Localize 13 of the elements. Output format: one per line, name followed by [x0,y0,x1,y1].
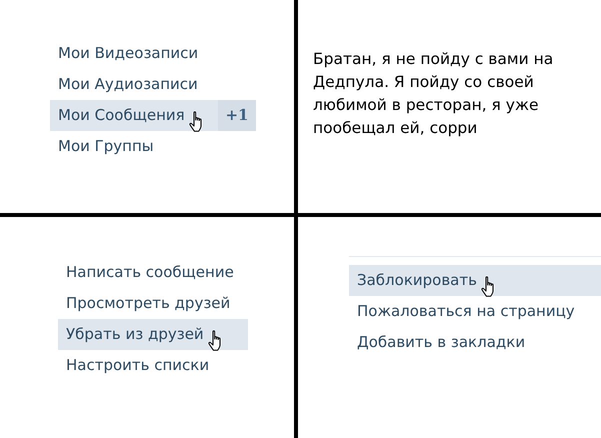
menu-item[interactable]: Настроить списки [58,350,248,381]
speech-text: Братан, я не пойду с вами на Дедпула. Я пойду со своей любимой в ресторан, я уже пообещал ей, сорри [313,49,554,139]
menu-item[interactable]: Просмотреть друзей [58,288,248,319]
menu-item[interactable]: Пожаловаться на страницу [349,296,601,327]
menu-item[interactable]: Написать сообщение [58,257,248,288]
menu-item[interactable]: Убрать из друзей [58,319,248,350]
notification-count: +1 [218,100,256,131]
menu-item[interactable]: Мои Группы [50,131,256,162]
menu-item[interactable]: Добавить в закладки [349,327,601,358]
menu-item[interactable]: Мои Сообщения +1 [50,100,256,131]
menu-item[interactable]: Мои Видеозаписи [50,38,256,69]
menu-item[interactable]: Мои Аудиозаписи [50,69,256,100]
menu-item[interactable]: Заблокировать [349,265,601,296]
